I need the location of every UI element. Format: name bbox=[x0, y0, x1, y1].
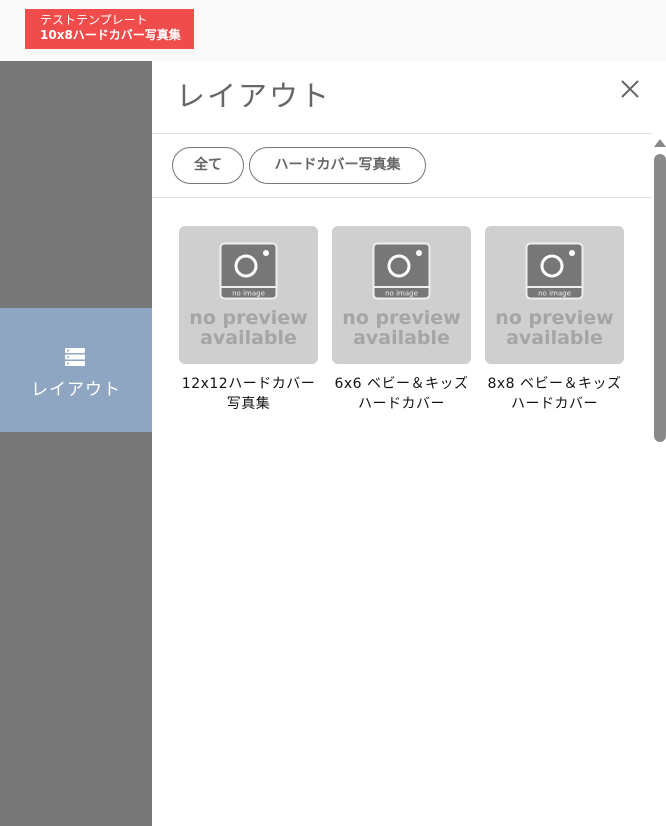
sidebar-item-layout[interactable]: レイアウト bbox=[0, 308, 152, 432]
no-image-caption: no image bbox=[538, 290, 571, 298]
layout-list-icon bbox=[65, 348, 85, 366]
template-card[interactable]: no image no preview available 6x6 ベビー＆キッ… bbox=[332, 226, 471, 414]
close-icon[interactable] bbox=[617, 76, 643, 102]
top-bar: テストテンプレート 10x8ハードカバー写真集 bbox=[0, 0, 666, 61]
template-thumbnail: no image no preview available bbox=[485, 226, 624, 364]
template-thumbnail: no image no preview available bbox=[179, 226, 318, 364]
template-thumbnail: no image no preview available bbox=[332, 226, 471, 364]
divider bbox=[152, 197, 652, 198]
camera-placeholder-icon: no image bbox=[219, 242, 278, 300]
project-template-name: テストテンプレート bbox=[40, 13, 148, 27]
no-preview-text: no preview available bbox=[189, 307, 308, 349]
no-image-caption: no image bbox=[232, 290, 265, 298]
filter-hardcover-button[interactable]: ハードカバー写真集 bbox=[249, 147, 426, 184]
divider bbox=[152, 133, 652, 134]
template-title: 6x6 ベビー＆キッズ ハードカバー bbox=[334, 376, 469, 412]
layout-panel: レイアウト 全て ハードカバー写真集 no image no preview a… bbox=[152, 61, 666, 826]
project-product-name: 10x8ハードカバー写真集 bbox=[40, 28, 181, 42]
camera-placeholder-icon: no image bbox=[525, 242, 584, 300]
scroll-up-arrow-icon[interactable] bbox=[654, 139, 666, 147]
sidebar: レイアウト bbox=[0, 61, 152, 826]
no-image-caption: no image bbox=[385, 290, 418, 298]
template-card[interactable]: no image no preview available 12x12ハードカバ… bbox=[179, 226, 318, 414]
project-badge[interactable]: テストテンプレート 10x8ハードカバー写真集 bbox=[25, 9, 194, 49]
filter-all-button[interactable]: 全て bbox=[172, 147, 244, 184]
template-title: 12x12ハードカバー写真集 bbox=[181, 376, 316, 412]
camera-placeholder-icon: no image bbox=[372, 242, 431, 300]
no-preview-text: no preview available bbox=[495, 307, 614, 349]
scrollbar-thumb[interactable] bbox=[654, 154, 666, 442]
template-title: 8x8 ベビー＆キッズ ハードカバー bbox=[487, 376, 622, 412]
template-card[interactable]: no image no preview available 8x8 ベビー＆キッ… bbox=[485, 226, 624, 414]
no-preview-text: no preview available bbox=[342, 307, 461, 349]
panel-title: レイアウト bbox=[176, 79, 332, 113]
sidebar-item-label: レイアウト bbox=[31, 380, 121, 400]
